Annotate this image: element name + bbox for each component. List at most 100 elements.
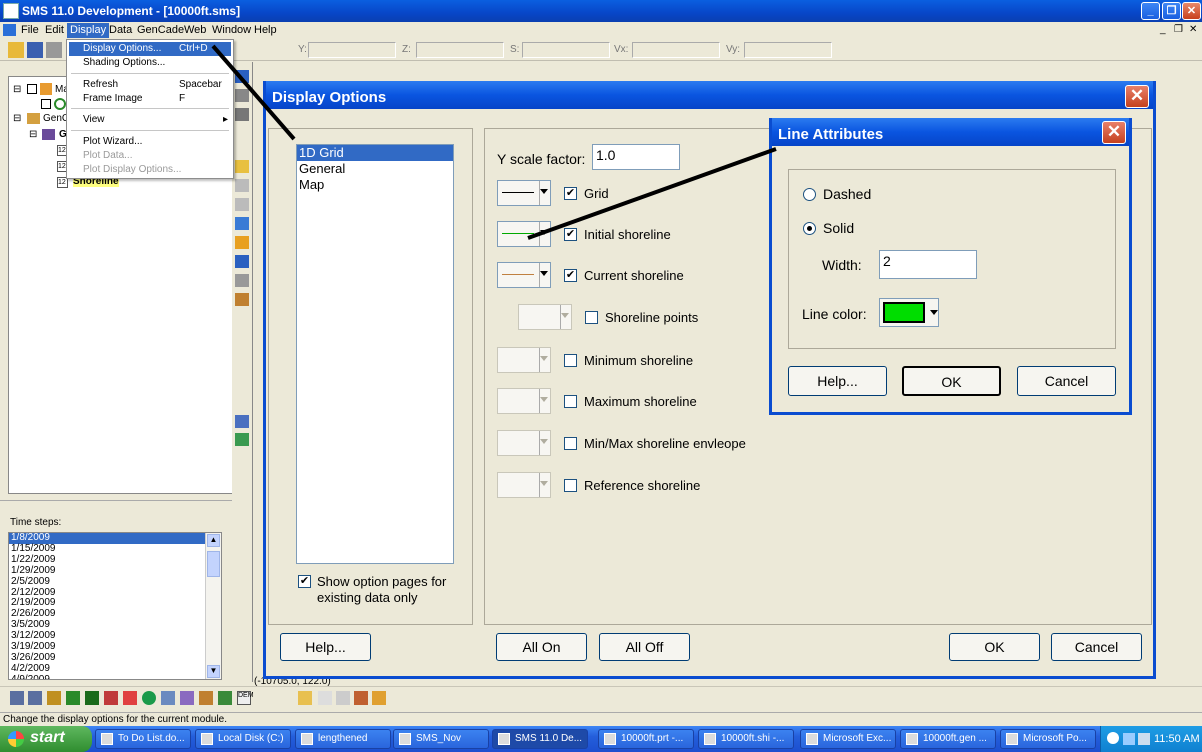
mdi-restore-icon[interactable]: ❐ bbox=[1174, 24, 1183, 35]
dataset-module-icon[interactable] bbox=[218, 691, 232, 705]
tree-checkbox[interactable] bbox=[27, 84, 37, 94]
line-style-button[interactable] bbox=[497, 180, 551, 206]
timestep-item[interactable]: 4/9/2009 bbox=[9, 674, 221, 679]
solid-radio[interactable] bbox=[803, 222, 816, 235]
line-ok-button[interactable]: OK bbox=[902, 366, 1001, 396]
print-icon[interactable] bbox=[46, 42, 62, 58]
menu-edit[interactable]: Edit bbox=[45, 24, 64, 36]
taskbar-button[interactable]: Microsoft Po... bbox=[1000, 729, 1096, 749]
taskbar-button[interactable]: 10000ft.prt -... bbox=[598, 729, 694, 749]
menu-display[interactable]: Display bbox=[67, 23, 110, 38]
timesteps-scrollbar[interactable]: ▲ ▼ bbox=[205, 533, 221, 679]
menu-window[interactable]: Window bbox=[212, 24, 251, 36]
option-checkbox[interactable] bbox=[564, 354, 577, 367]
show-pages-checkbox[interactable]: ✔ bbox=[298, 575, 311, 588]
zoom-tool-icon[interactable] bbox=[235, 89, 249, 102]
raster-module-icon[interactable] bbox=[123, 691, 137, 705]
timestep-item[interactable]: 1/29/2009 bbox=[9, 565, 221, 577]
option-checkbox[interactable] bbox=[564, 437, 577, 450]
menu-item-view[interactable]: View ▸ bbox=[69, 113, 231, 127]
option-checkbox[interactable] bbox=[564, 479, 577, 492]
network-icon[interactable] bbox=[1123, 733, 1135, 745]
select-cell-tool-icon[interactable] bbox=[235, 160, 249, 173]
bar-tool-icon[interactable] bbox=[235, 293, 249, 306]
mdi-close-icon[interactable]: ✕ bbox=[1189, 24, 1197, 35]
line-color-picker[interactable] bbox=[879, 298, 939, 327]
scroll-thumb[interactable] bbox=[207, 551, 220, 577]
minimize-button[interactable]: _ bbox=[1141, 2, 1160, 20]
groin-tool-icon[interactable] bbox=[235, 255, 249, 268]
panel-splitter[interactable] bbox=[0, 500, 232, 512]
taskbar-button[interactable]: 10000ft.shi -... bbox=[698, 729, 794, 749]
dashed-radio[interactable] bbox=[803, 188, 816, 201]
taskbar-button[interactable]: To Do List.do... bbox=[95, 729, 191, 749]
option-checkbox[interactable] bbox=[564, 395, 577, 408]
taskbar-button[interactable]: Local Disk (C:) bbox=[195, 729, 291, 749]
ok-button[interactable]: OK bbox=[949, 633, 1040, 661]
annotation-module-icon[interactable] bbox=[199, 691, 213, 705]
scroll-down-icon[interactable]: ▼ bbox=[207, 665, 220, 678]
structure-tool-icon[interactable] bbox=[235, 217, 249, 230]
taskbar-button[interactable]: SMS_Nov bbox=[393, 729, 489, 749]
y-scale-input[interactable]: 1.0 bbox=[592, 144, 680, 170]
dialog-close-button[interactable]: ✕ bbox=[1102, 121, 1126, 144]
tool-icon[interactable] bbox=[318, 691, 332, 705]
all-on-button[interactable]: All On bbox=[496, 633, 587, 661]
dem-module-icon[interactable]: DEM bbox=[237, 691, 254, 705]
option-checkbox[interactable]: ✔ bbox=[564, 269, 577, 282]
signal-icon[interactable] bbox=[1138, 733, 1150, 745]
taskbar-button[interactable]: SMS 11.0 De... bbox=[492, 729, 588, 749]
line-help-button[interactable]: Help... bbox=[788, 366, 887, 396]
grid-module-icon[interactable] bbox=[28, 691, 42, 705]
page-item-map[interactable]: Map bbox=[297, 177, 453, 193]
gencade-module-icon[interactable] bbox=[180, 691, 194, 705]
menu-item-shading-options[interactable]: Shading Options... bbox=[69, 56, 231, 70]
menu-item-plot-wizard[interactable]: Plot Wizard... bbox=[69, 135, 231, 149]
lightbulb-icon[interactable] bbox=[298, 691, 312, 705]
help-tool-icon[interactable] bbox=[235, 415, 249, 428]
line-style-button[interactable] bbox=[497, 221, 551, 247]
tree-checkbox[interactable] bbox=[41, 99, 51, 109]
quadtree-module-icon[interactable] bbox=[85, 691, 99, 705]
option-checkbox[interactable]: ✔ bbox=[564, 187, 577, 200]
menu-item-display-options[interactable]: Display Options... Ctrl+D bbox=[69, 42, 231, 56]
option-checkbox[interactable] bbox=[585, 311, 598, 324]
macro-tool-icon[interactable] bbox=[235, 433, 249, 446]
taskbar-button[interactable]: Microsoft Exc... bbox=[800, 729, 896, 749]
cancel-button[interactable]: Cancel bbox=[1051, 633, 1142, 661]
width-input[interactable]: 2 bbox=[879, 250, 977, 279]
create-point-tool-icon[interactable] bbox=[235, 179, 249, 192]
dialog-close-button[interactable]: ✕ bbox=[1125, 85, 1149, 108]
profile-tool-icon[interactable] bbox=[235, 274, 249, 287]
option-checkbox[interactable]: ✔ bbox=[564, 228, 577, 241]
move-point-tool-icon[interactable] bbox=[235, 198, 249, 211]
menu-item-frame-image[interactable]: Frame Image F bbox=[69, 92, 231, 106]
tree-expander-icon[interactable]: ⊟ bbox=[29, 129, 37, 140]
pages-list[interactable]: 1D Grid General Map bbox=[296, 144, 454, 564]
tray-arrow-icon[interactable] bbox=[1107, 732, 1119, 744]
page-item-general[interactable]: General bbox=[297, 161, 453, 177]
menu-gencade[interactable]: GenCade bbox=[137, 24, 184, 36]
open-icon[interactable] bbox=[8, 42, 24, 58]
scroll-up-icon[interactable]: ▲ bbox=[207, 534, 220, 547]
tree-expander-icon[interactable]: ⊟ bbox=[13, 113, 21, 124]
menu-help[interactable]: Help bbox=[254, 24, 277, 36]
all-off-button[interactable]: All Off bbox=[599, 633, 690, 661]
help-button[interactable]: Help... bbox=[280, 633, 371, 661]
maximize-button[interactable]: ❐ bbox=[1162, 2, 1181, 20]
mesh-module-icon[interactable] bbox=[10, 691, 24, 705]
gis-module-icon[interactable] bbox=[142, 691, 156, 705]
line-cancel-button[interactable]: Cancel bbox=[1017, 366, 1116, 396]
line-style-button[interactable] bbox=[497, 262, 551, 288]
mdi-minimize-icon[interactable]: _ bbox=[1160, 24, 1166, 35]
close-button[interactable]: ✕ bbox=[1182, 2, 1201, 20]
timesteps-list[interactable]: 1/8/2009 1/15/2009 1/22/2009 1/29/2009 2/5/2… bbox=[8, 532, 222, 680]
1d-grid-module-icon[interactable] bbox=[161, 691, 175, 705]
tool-icon[interactable] bbox=[336, 691, 350, 705]
menu-item-refresh[interactable]: Refresh Spacebar bbox=[69, 78, 231, 92]
taskbar-button[interactable]: lengthened bbox=[295, 729, 391, 749]
menu-data[interactable]: Data bbox=[109, 24, 132, 36]
taskbar-button[interactable]: 10000ft.gen ... bbox=[900, 729, 996, 749]
select-structure-tool-icon[interactable] bbox=[235, 236, 249, 249]
tool-icon[interactable] bbox=[372, 691, 386, 705]
